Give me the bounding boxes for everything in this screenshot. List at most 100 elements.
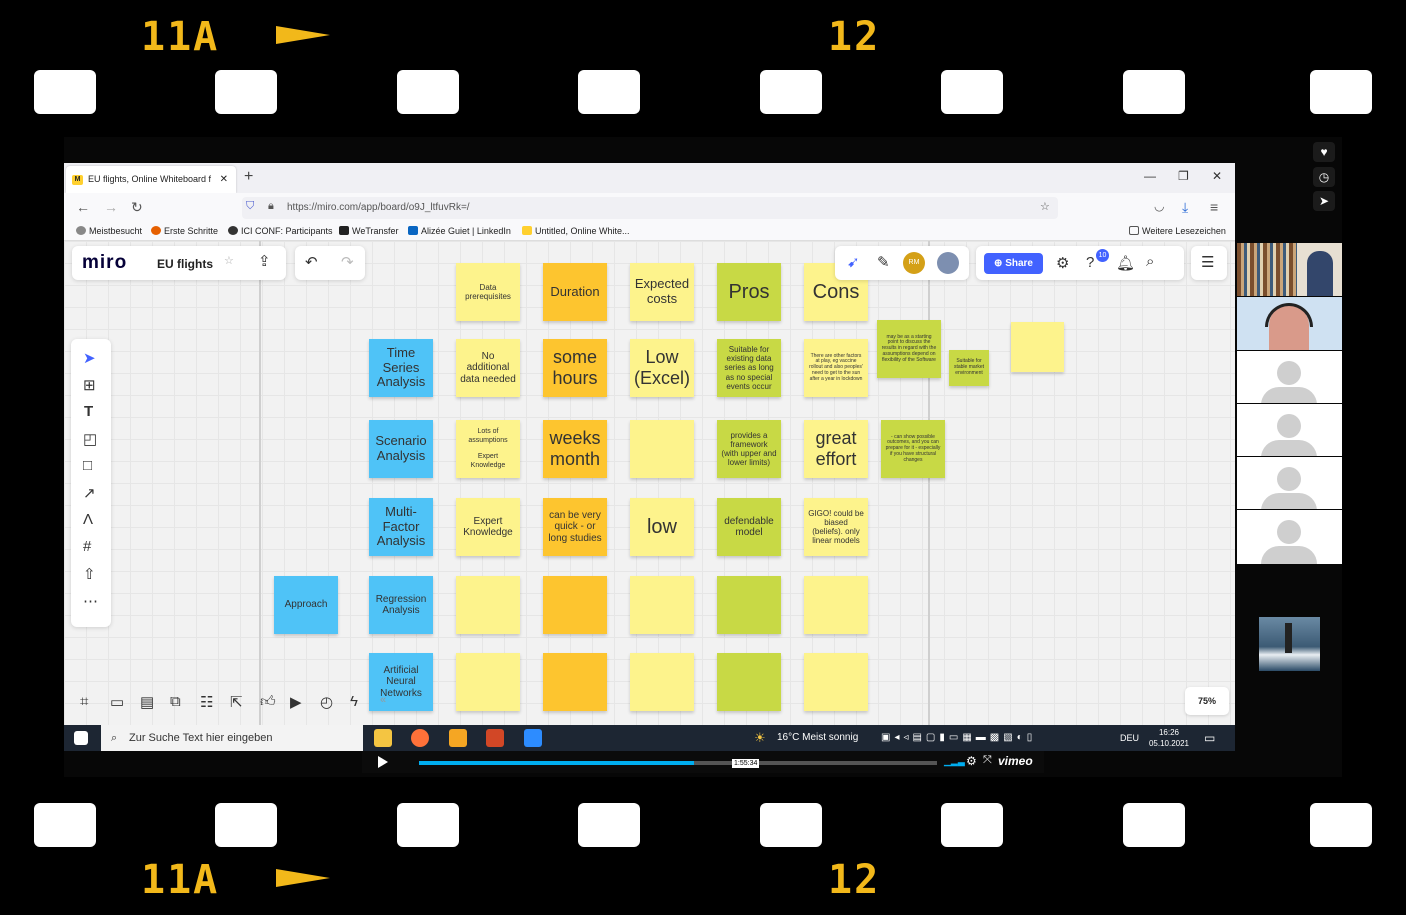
back-icon[interactable]: ← xyxy=(76,199,90,215)
sticky-note[interactable]: weeks month xyxy=(543,420,607,478)
restore-icon[interactable]: ❐ xyxy=(1178,169,1189,183)
forward-icon[interactable]: → xyxy=(104,199,118,215)
sticky-note[interactable]: Suitable for stable market environment xyxy=(949,350,989,386)
notification-center-icon[interactable]: ▭ xyxy=(1204,725,1215,751)
sticky-note[interactable] xyxy=(717,576,781,634)
outlook-icon[interactable] xyxy=(449,729,467,747)
new-tab-button[interactable]: + xyxy=(244,168,253,186)
sticky-note[interactable]: Regression Analysis xyxy=(369,576,433,634)
sticky-note[interactable]: - can show possible outcomes, and you ca… xyxy=(881,420,945,478)
windows-start-icon[interactable] xyxy=(74,731,88,745)
bookmark-item[interactable]: Alizée Guiet | LinkedIn xyxy=(408,226,511,236)
select-cursor-icon[interactable]: ➤ xyxy=(83,349,96,367)
voting-icon[interactable]: 👍︎ xyxy=(260,693,276,711)
share-send-icon[interactable]: ➤ xyxy=(1313,191,1335,211)
minimize-icon[interactable]: — xyxy=(1144,169,1156,183)
share-screen-icon[interactable]: ⇱ xyxy=(230,693,243,711)
export-icon[interactable]: ⇪ xyxy=(258,252,271,270)
powerpoint-icon[interactable] xyxy=(486,729,504,747)
redo-icon[interactable]: ↷ xyxy=(341,253,354,271)
reaction-icon[interactable]: ✎ xyxy=(877,253,890,271)
file-explorer-icon[interactable] xyxy=(374,729,392,747)
bookmark-item[interactable]: Untitled, Online White... xyxy=(522,226,630,236)
sticky-note[interactable] xyxy=(543,653,607,711)
participant-video[interactable] xyxy=(1259,617,1320,671)
sticky-note[interactable]: Scenario Analysis xyxy=(369,420,433,478)
reload-icon[interactable]: ↻ xyxy=(131,199,143,216)
bookmark-item[interactable]: Meistbesucht xyxy=(76,226,142,236)
connection-line-icon[interactable]: ↗ xyxy=(83,484,96,502)
help-icon[interactable]: ? xyxy=(1086,254,1094,271)
sticky-note[interactable]: some hours xyxy=(543,339,607,397)
sticky-note[interactable]: There are other factors at play, eg vacc… xyxy=(804,339,868,397)
avatar[interactable]: RM xyxy=(903,252,925,274)
frame-icon[interactable]: # xyxy=(83,538,91,555)
cursor-follow-icon[interactable]: ➹ xyxy=(847,253,860,271)
pen-icon[interactable]: Ʌ xyxy=(83,511,93,528)
sticky-note[interactable] xyxy=(630,576,694,634)
sticky-note[interactable] xyxy=(804,576,868,634)
sticky-note[interactable] xyxy=(456,653,520,711)
sticky-note[interactable]: low xyxy=(630,498,694,556)
miro-canvas[interactable]: Data prerequisites Duration Expected cos… xyxy=(64,241,1235,725)
sticky-note[interactable] xyxy=(456,576,520,634)
other-bookmarks[interactable]: Weitere Lesezeichen xyxy=(1129,226,1226,236)
vimeo-logo[interactable]: vimeo xyxy=(998,754,1033,768)
like-icon[interactable]: ♥ xyxy=(1313,142,1335,162)
play-icon[interactable] xyxy=(378,756,388,768)
participant-video[interactable] xyxy=(1237,243,1342,296)
sticky-note[interactable]: Expected costs xyxy=(630,263,694,321)
chat-icon[interactable]: ▤ xyxy=(140,693,154,711)
sticky-note[interactable]: Approach xyxy=(274,576,338,634)
sticky-note-icon[interactable]: ◰ xyxy=(83,430,97,448)
clock[interactable]: 16:26 05.10.2021 xyxy=(1145,727,1193,749)
notes-list-icon[interactable]: ☰ xyxy=(1201,253,1214,271)
sticky-note[interactable] xyxy=(804,653,868,711)
sticky-note[interactable]: Low (Excel) xyxy=(630,339,694,397)
lightning-icon[interactable]: ϟ xyxy=(350,693,358,710)
templates-icon[interactable]: ⊞ xyxy=(83,376,96,394)
zoom-app-icon[interactable] xyxy=(524,729,542,747)
bookmark-star-icon[interactable]: ☆ xyxy=(1040,200,1050,213)
browser-tab[interactable]: M EU flights, Online Whiteboard f ✕ xyxy=(66,166,236,193)
sticky-note[interactable] xyxy=(630,653,694,711)
system-tray-icons[interactable]: ▣◂◃▤▢▮▭▦▬▩▧◐▯ xyxy=(881,725,1036,751)
sticky-note[interactable]: Time Series Analysis xyxy=(369,339,433,397)
url-bar[interactable]: ⛉ 🔒︎ https://miro.com/app/board/o9J_ltfu… xyxy=(242,197,1058,219)
participant-placeholder[interactable] xyxy=(1237,351,1342,403)
sticky-note[interactable]: provides a framework (with upper and low… xyxy=(717,420,781,478)
firefox-icon[interactable] xyxy=(411,729,429,747)
participant-video[interactable] xyxy=(1237,297,1342,350)
collapse-icon[interactable]: « xyxy=(380,694,386,706)
search-icon[interactable]: ⌕ xyxy=(1146,253,1154,270)
weather-text[interactable]: 16°C Meist sonnig xyxy=(777,725,858,751)
close-window-icon[interactable]: ✕ xyxy=(1212,169,1222,183)
bell-icon[interactable]: 🔔︎ xyxy=(1116,254,1135,272)
bookmark-item[interactable]: Erste Schritte xyxy=(151,226,218,236)
participant-placeholder[interactable] xyxy=(1237,457,1342,509)
comment-icon[interactable]: ▭ xyxy=(110,693,124,711)
download-icon[interactable]: ⤓ xyxy=(1182,199,1188,216)
settings-gear-icon[interactable]: ⚙ xyxy=(966,754,977,768)
sticky-note[interactable]: may be as a starting point to discuss th… xyxy=(877,320,941,378)
screen-share-icon[interactable]: ⧉ xyxy=(170,693,181,710)
upload-icon[interactable]: ⇧ xyxy=(83,565,96,583)
fullscreen-icon[interactable]: ⤧ xyxy=(983,754,992,767)
watch-later-icon[interactable]: ◷ xyxy=(1313,167,1335,187)
frames-icon[interactable]: ⌗ xyxy=(80,693,88,710)
keyboard-language[interactable]: DEU xyxy=(1120,725,1139,751)
sticky-note[interactable]: can be very quick - or long studies xyxy=(543,498,607,556)
menu-icon[interactable]: ≡ xyxy=(1210,199,1218,215)
shape-icon[interactable]: □ xyxy=(83,457,92,474)
sticky-note[interactable]: Data prerequisites xyxy=(456,263,520,321)
settings-sliders-icon[interactable]: ⚙ xyxy=(1056,254,1069,272)
cards-icon[interactable]: ☷ xyxy=(200,693,213,711)
sticky-note[interactable] xyxy=(717,653,781,711)
volume-icon[interactable]: ▁▂▃ xyxy=(944,756,965,767)
sticky-note[interactable]: great effort xyxy=(804,420,868,478)
zoom-level[interactable]: 75% xyxy=(1185,687,1229,715)
windows-search-field[interactable]: ⌕ Zur Suche Text hier eingeben xyxy=(101,725,363,751)
sticky-note[interactable]: Multi-Factor Analysis xyxy=(369,498,433,556)
video-icon[interactable]: ▶ xyxy=(290,693,302,711)
miro-logo[interactable]: miro xyxy=(82,252,127,274)
